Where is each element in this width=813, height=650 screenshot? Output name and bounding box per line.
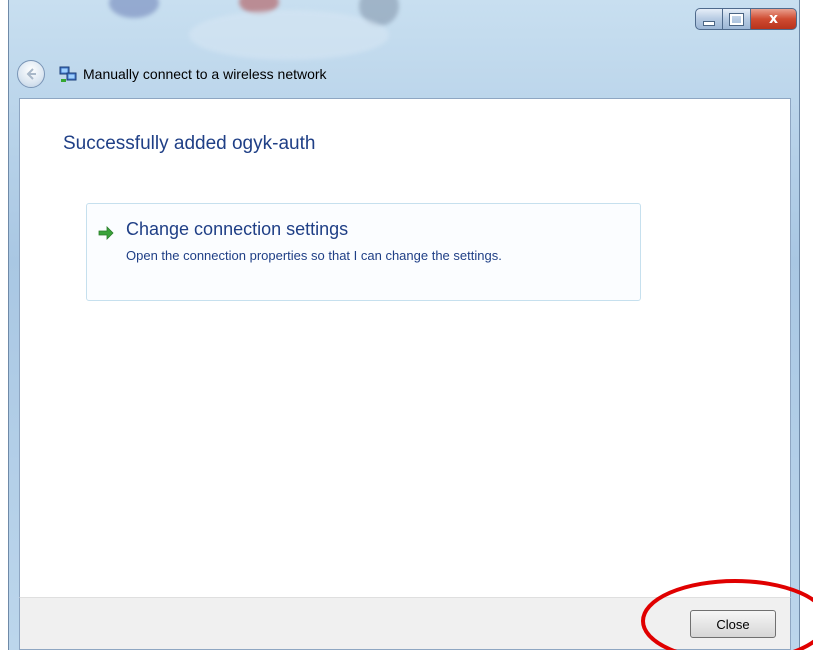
page-heading: Successfully added ogyk-auth [63, 133, 316, 154]
change-connection-settings-link[interactable]: Change connection settings Open the conn… [86, 203, 641, 301]
green-arrow-icon [98, 226, 114, 240]
minimize-button[interactable] [695, 8, 723, 30]
minimize-icon [703, 20, 715, 26]
window-title: Manually connect to a wireless network [83, 66, 327, 82]
back-arrow-icon [26, 68, 36, 80]
task-title: Change connection settings [126, 219, 349, 239]
close-icon: x [768, 11, 779, 27]
network-icon [59, 65, 77, 83]
maximize-button[interactable] [723, 8, 751, 30]
close-button[interactable]: Close [690, 610, 776, 638]
content-pane: Successfully added ogyk-auth Change conn… [19, 98, 791, 598]
title-row: Manually connect to a wireless network [9, 56, 799, 92]
dialog-footer: Close [19, 597, 791, 650]
back-button[interactable] [17, 60, 45, 88]
task-description: Open the connection properties so that I… [126, 248, 502, 263]
maximize-icon [729, 12, 744, 26]
caption-buttons: x [695, 8, 797, 30]
dialog-window: x Manually connect to a wireless network… [8, 0, 800, 650]
window-close-button[interactable]: x [751, 8, 797, 30]
